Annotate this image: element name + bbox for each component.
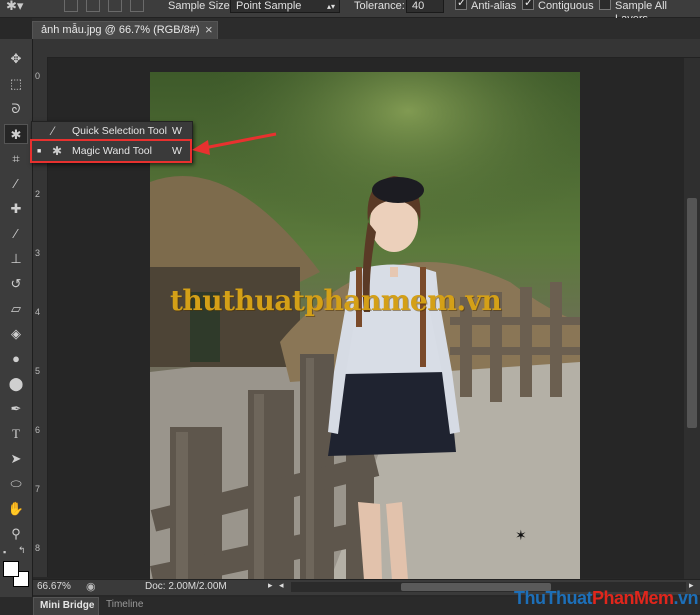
contiguous-checkbox[interactable] xyxy=(522,0,534,10)
path-selection-icon[interactable]: ➤ xyxy=(4,449,28,469)
ruler-mark: 2 xyxy=(35,189,41,199)
ellipse-icon[interactable]: ⬭ xyxy=(4,474,28,494)
document-tab-bar: ảnh mẫu.jpg @ 66.7% (RGB/8#) × xyxy=(32,18,700,39)
ruler-mark: 6 xyxy=(35,425,41,435)
sample-all-layers-label: Sample All Layers xyxy=(615,0,667,25)
zoom-level[interactable]: 66.67% xyxy=(37,581,71,592)
close-icon[interactable]: × xyxy=(205,22,213,37)
tolerance-input[interactable]: 40 xyxy=(406,0,444,13)
tab-mini-bridge[interactable]: Mini Bridge xyxy=(33,597,99,615)
watermark-text: thuthuatphanmem.vn xyxy=(170,284,502,317)
annotation-arrow xyxy=(192,132,277,155)
history-brush-icon[interactable]: ↺ xyxy=(4,274,28,294)
eyedropper-icon[interactable]: ⁄ xyxy=(4,174,28,194)
brush-icon[interactable]: ∕ xyxy=(4,224,28,244)
svg-text:✶: ✶ xyxy=(515,528,527,544)
foreground-color-swatch[interactable] xyxy=(3,561,19,577)
dropdown-arrow-icon: ▴▾ xyxy=(326,2,335,11)
options-bar: ✱▾ Sample Size: Point Sample ▴▾ Toleranc… xyxy=(0,0,700,25)
paint-bucket-icon[interactable]: ◈ xyxy=(4,324,28,344)
tools-panel: ✥ ⬚ ᘐ ✱ ⌗ ⁄ ✚ ∕ ⊥ ↺ ▱ ◈ ● ⬤ ✒ T ➤ ⬭ ✋ ⚲ … xyxy=(0,39,33,599)
ruler-mark: 5 xyxy=(35,366,41,376)
pen-icon[interactable]: ✒ xyxy=(4,399,28,419)
contiguous-label: Contiguous xyxy=(538,0,594,12)
scroll-left-icon[interactable]: ◂ xyxy=(279,580,284,591)
document-tab[interactable]: ảnh mẫu.jpg @ 66.7% (RGB/8#) × xyxy=(32,21,218,39)
ruler-mark: 4 xyxy=(35,307,41,317)
tolerance-value: 40 xyxy=(412,0,425,12)
clone-stamp-icon[interactable]: ⊥ xyxy=(4,249,28,269)
sample-all-layers-checkbox[interactable] xyxy=(599,0,611,10)
zoom-icon[interactable]: ⚲ xyxy=(4,524,28,544)
new-selection-button[interactable] xyxy=(64,0,78,12)
site-logo-part2: PhanMem xyxy=(591,588,674,608)
site-logo-part3: .vn xyxy=(673,588,699,608)
anti-alias-checkbox[interactable] xyxy=(455,0,467,10)
highlight-box xyxy=(30,139,192,163)
horizontal-ruler xyxy=(33,39,700,58)
site-logo-part1: ThuThuat xyxy=(514,588,592,608)
eraser-icon[interactable]: ▱ xyxy=(4,299,28,319)
intersect-selection-button[interactable] xyxy=(130,0,144,12)
tab-timeline[interactable]: Timeline xyxy=(102,597,152,615)
default-colors-icon[interactable]: ▪ xyxy=(3,547,6,557)
sample-size-value: Point Sample xyxy=(236,0,302,12)
dodge-icon[interactable]: ⬤ xyxy=(4,374,28,394)
anti-alias-label: Anti-alias xyxy=(471,0,517,12)
lasso-icon[interactable]: ᘐ xyxy=(4,99,28,119)
scrollbar-thumb[interactable] xyxy=(687,198,697,428)
bottom-panel-bar: Mini Bridge Timeline ThuThuatPhanMem.vn xyxy=(0,588,700,615)
document-tab-title: ảnh mẫu.jpg @ 66.7% (RGB/8#) xyxy=(41,24,200,36)
ruler-mark: 0 xyxy=(35,71,41,81)
add-to-selection-button[interactable] xyxy=(86,0,100,12)
marquee-icon[interactable]: ⬚ xyxy=(4,74,28,94)
move-icon[interactable]: ✥ xyxy=(4,49,28,69)
hand-icon[interactable]: ✋ xyxy=(4,499,28,519)
tab-mini-bridge-label: Mini Bridge xyxy=(40,600,95,611)
swap-colors-icon[interactable]: ↰ xyxy=(18,545,26,556)
tab-timeline-label: Timeline xyxy=(106,599,144,610)
subtract-from-selection-button[interactable] xyxy=(108,0,122,12)
ruler-mark: 7 xyxy=(35,484,41,494)
blur-icon[interactable]: ● xyxy=(4,349,28,369)
status-menu-arrow-icon[interactable]: ▸ xyxy=(268,580,273,591)
current-tool-icon[interactable]: ✱▾ xyxy=(6,0,32,14)
scrollbar-vertical[interactable] xyxy=(684,58,700,579)
sample-size-label: Sample Size: xyxy=(168,0,233,12)
tolerance-label: Tolerance: xyxy=(354,0,405,12)
ruler-mark: 8 xyxy=(35,543,41,553)
type-icon[interactable]: T xyxy=(4,424,28,444)
status-info-icon[interactable]: ◉ xyxy=(86,580,96,593)
crop-icon[interactable]: ⌗ xyxy=(4,149,28,169)
sample-size-select[interactable]: Point Sample ▴▾ xyxy=(230,0,340,13)
magic-wand-icon[interactable]: ✱ xyxy=(4,124,28,144)
site-logo: ThuThuatPhanMem.vn xyxy=(514,588,699,609)
document-size: Doc: 2.00M/2.00M xyxy=(145,581,227,592)
ruler-mark: 3 xyxy=(35,248,41,258)
healing-brush-icon[interactable]: ✚ xyxy=(4,199,28,219)
